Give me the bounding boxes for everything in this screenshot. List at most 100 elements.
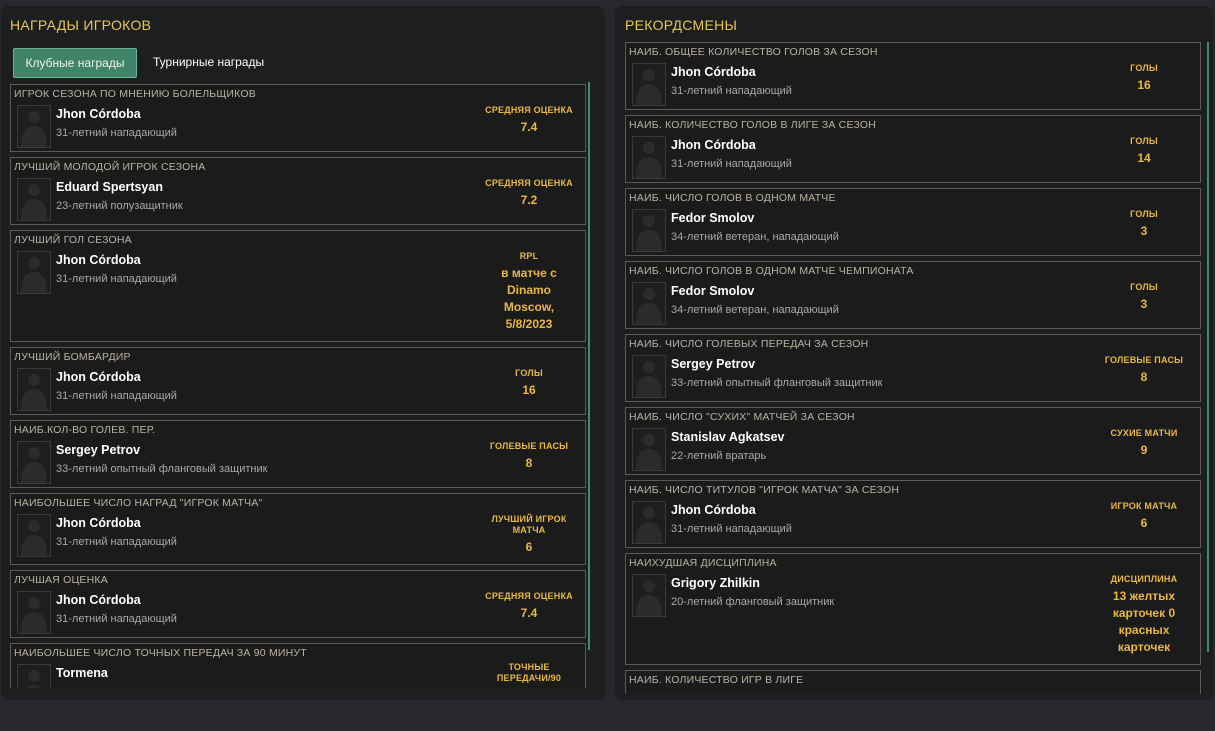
card-title: НАИБ. ЧИСЛО ГОЛОВ В ОДНОМ МАТЧЕ ЧЕМПИОНА… [629,265,914,277]
player-name[interactable]: Jhon Córdoba [671,138,756,152]
player-name[interactable]: Stanislav Agkatsev [671,430,784,444]
records-card[interactable]: НАИБ. ЧИСЛО "СУХИХ" МАТЧЕЙ ЗА СЕЗОН Stani… [625,407,1201,475]
player-name[interactable]: Sergey Petrov [56,443,140,457]
records-card[interactable]: НАИБ. КОЛИЧЕСТВО ИГР В ЛИГЕ [625,670,1201,694]
records-card[interactable]: НАИБ. ОБЩЕЕ КОЛИЧЕСТВО ГОЛОВ ЗА СЕЗОН Jho… [625,42,1201,110]
stat-value: 16 [522,383,536,397]
player-name[interactable]: Fedor Smolov [671,211,754,225]
stat-value: 8 [525,456,533,470]
player-name[interactable]: Jhon Córdoba [56,516,141,530]
stat-block: ГОЛЫ 16 [1088,63,1200,94]
card-title: ЛУЧШИЙ ГОЛ СЕЗОНА [14,234,132,246]
player-avatar-icon[interactable] [17,514,51,557]
player-description: 22-летний вратарь [671,450,767,462]
player-avatar-icon[interactable] [632,209,666,252]
player-avatar-icon[interactable] [632,355,666,398]
tab-tournament-awards[interactable]: Турнирные награды [143,48,274,78]
player-name[interactable]: Fedor Smolov [671,284,754,298]
stat-block: RPL в матче с Dinamo Moscow, 5/8/2023 [473,251,585,333]
player-avatar-icon[interactable] [632,574,666,617]
card-title: НАИБОЛЬШЕЕ ЧИСЛО ТОЧНЫХ ПЕРЕДАЧ ЗА 90 МИ… [14,647,307,659]
records-card[interactable]: НАИХУДШАЯ ДИСЦИПЛИНА Grigory Zhilkin 20-ле… [625,553,1201,665]
awards-card[interactable]: ЛУЧШИЙ БОМБАРДИР Jhon Córdoba 31-летний на… [10,347,586,415]
card-title: НАИБ. ЧИСЛО ГОЛЕВЫХ ПЕРЕДАЧ ЗА СЕЗОН [629,338,869,350]
player-avatar-icon[interactable] [632,428,666,471]
awards-scrollbar[interactable] [588,82,590,650]
player-description: 31-летний нападающий [671,158,792,170]
records-card[interactable]: НАИБ. КОЛИЧЕСТВО ГОЛОВ В ЛИГЕ ЗА СЕЗОН Jh… [625,115,1201,183]
stat-label: ГОЛЫ [1130,63,1158,73]
player-description: 31-летний нападающий [56,273,177,285]
records-panel-title: РЕКОРДСМЕНЫ [625,17,738,33]
stat-label: RPL [519,251,539,261]
awards-list: ИГРОК СЕЗОНА ПО МНЕНИЮ БОЛЕЛЬЩИКОВ Jhon C… [10,84,586,688]
stat-block: ДИСЦИПЛИНА 13 желтых карточек 0 красных к… [1088,574,1200,656]
player-avatar-icon[interactable] [632,136,666,179]
player-avatar-icon[interactable] [17,441,51,484]
stat-label: СУХИЕ МАТЧИ [1110,428,1178,438]
player-name[interactable]: Grigory Zhilkin [671,576,760,590]
stat-block: ИГРОК МАТЧА 6 [1088,501,1200,532]
player-avatar-icon[interactable] [17,178,51,221]
tab-club-awards[interactable]: Клубные награды [13,48,137,78]
stat-label: СРЕДНЯЯ ОЦЕНКА [485,591,573,601]
stat-block: СРЕДНЯЯ ОЦЕНКА 7.4 [473,591,585,622]
card-title: НАИБ. КОЛИЧЕСТВО ГОЛОВ В ЛИГЕ ЗА СЕЗОН [629,119,877,131]
awards-card[interactable]: НАИБОЛЬШЕЕ ЧИСЛО НАГРАД "ИГРОК МАТЧА" Jho… [10,493,586,565]
awards-tabs: Клубные награды Турнирные награды [13,48,274,78]
records-card[interactable]: НАИБ. ЧИСЛО ТИТУЛОВ "ИГРОК МАТЧА" ЗА СЕЗ… [625,480,1201,548]
player-name[interactable]: Jhon Córdoba [671,503,756,517]
player-avatar-icon[interactable] [17,251,51,294]
player-avatar-icon[interactable] [632,501,666,544]
records-card[interactable]: НАИБ. ЧИСЛО ГОЛОВ В ОДНОМ МАТЧЕ Fedor Smo… [625,188,1201,256]
stat-value: 14 [1137,151,1151,165]
stat-value: 3 [1140,297,1148,311]
records-list: НАИБ. ОБЩЕЕ КОЛИЧЕСТВО ГОЛОВ ЗА СЕЗОН Jho… [625,42,1201,694]
card-title: НАИБ. ОБЩЕЕ КОЛИЧЕСТВО ГОЛОВ ЗА СЕЗОН [629,46,878,58]
player-name[interactable]: Tormena [56,666,108,680]
card-title: ИГРОК СЕЗОНА ПО МНЕНИЮ БОЛЕЛЬЩИКОВ [14,88,256,100]
stat-label: ГОЛЫ [1130,282,1158,292]
stat-value: 16 [1137,78,1151,92]
stat-label: ТОЧНЫЕ ПЕРЕДАЧИ/90 [496,662,562,683]
player-avatar-icon[interactable] [17,105,51,148]
player-description: 31-летний нападающий [671,85,792,97]
awards-card[interactable]: НАИБ.КОЛ-ВО ГОЛЕВ. ПЕР. Sergey Petrov 33-л… [10,420,586,488]
awards-card[interactable]: НАИБОЛЬШЕЕ ЧИСЛО ТОЧНЫХ ПЕРЕДАЧ ЗА 90 МИ… [10,643,586,688]
stat-block: ГОЛЫ 3 [1088,282,1200,313]
stat-label: ЛУЧШИЙ ИГРОК МАТЧА [491,514,567,535]
awards-card[interactable]: ЛУЧШИЙ ГОЛ СЕЗОНА Jhon Córdoba 31-летний н… [10,230,586,342]
stat-block: СРЕДНЯЯ ОЦЕНКА 7.4 [473,105,585,136]
player-name[interactable]: Jhon Córdoba [56,593,141,607]
player-description: 34-летний ветеран, нападающий [671,231,839,243]
player-avatar-icon[interactable] [17,368,51,411]
player-name[interactable]: Jhon Córdoba [56,253,141,267]
awards-card[interactable]: ИГРОК СЕЗОНА ПО МНЕНИЮ БОЛЕЛЬЩИКОВ Jhon C… [10,84,586,152]
records-card[interactable]: НАИБ. ЧИСЛО ГОЛОВ В ОДНОМ МАТЧЕ ЧЕМПИОНА… [625,261,1201,329]
records-scrollbar[interactable] [1207,42,1209,652]
stat-label: ГОЛЕВЫЕ ПАСЫ [489,441,569,451]
player-avatar-icon[interactable] [632,282,666,325]
player-name[interactable]: Jhon Córdoba [671,65,756,79]
player-description: 31-летний нападающий [56,127,177,139]
player-name[interactable]: Sergey Petrov [671,357,755,371]
player-description: 23-летний полузащитник [56,200,183,212]
stat-block: ГОЛЕВЫЕ ПАСЫ 8 [473,441,585,472]
card-title: ЛУЧШИЙ БОМБАРДИР [14,351,131,363]
stat-block: ТОЧНЫЕ ПЕРЕДАЧИ/90 [473,662,585,687]
card-title: НАИБ.КОЛ-ВО ГОЛЕВ. ПЕР. [14,424,156,436]
player-avatar-icon[interactable] [17,664,51,688]
player-description: 31-летний нападающий [56,390,177,402]
awards-card[interactable]: ЛУЧШИЙ МОЛОДОЙ ИГРОК СЕЗОНА Eduard Sperts… [10,157,586,225]
player-avatar-icon[interactable] [632,63,666,106]
player-name[interactable]: Jhon Córdoba [56,107,141,121]
stat-block: ГОЛЫ 3 [1088,209,1200,240]
player-avatar-icon[interactable] [17,591,51,634]
player-name[interactable]: Jhon Córdoba [56,370,141,384]
stat-value: 3 [1140,224,1148,238]
awards-card[interactable]: ЛУЧШАЯ ОЦЕНКА Jhon Córdoba 31-летний напад… [10,570,586,638]
records-card[interactable]: НАИБ. ЧИСЛО ГОЛЕВЫХ ПЕРЕДАЧ ЗА СЕЗОН Serg… [625,334,1201,402]
player-name[interactable]: Eduard Spertsyan [56,180,163,194]
stat-block: ЛУЧШИЙ ИГРОК МАТЧА 6 [473,514,585,556]
stat-block [1088,691,1200,694]
